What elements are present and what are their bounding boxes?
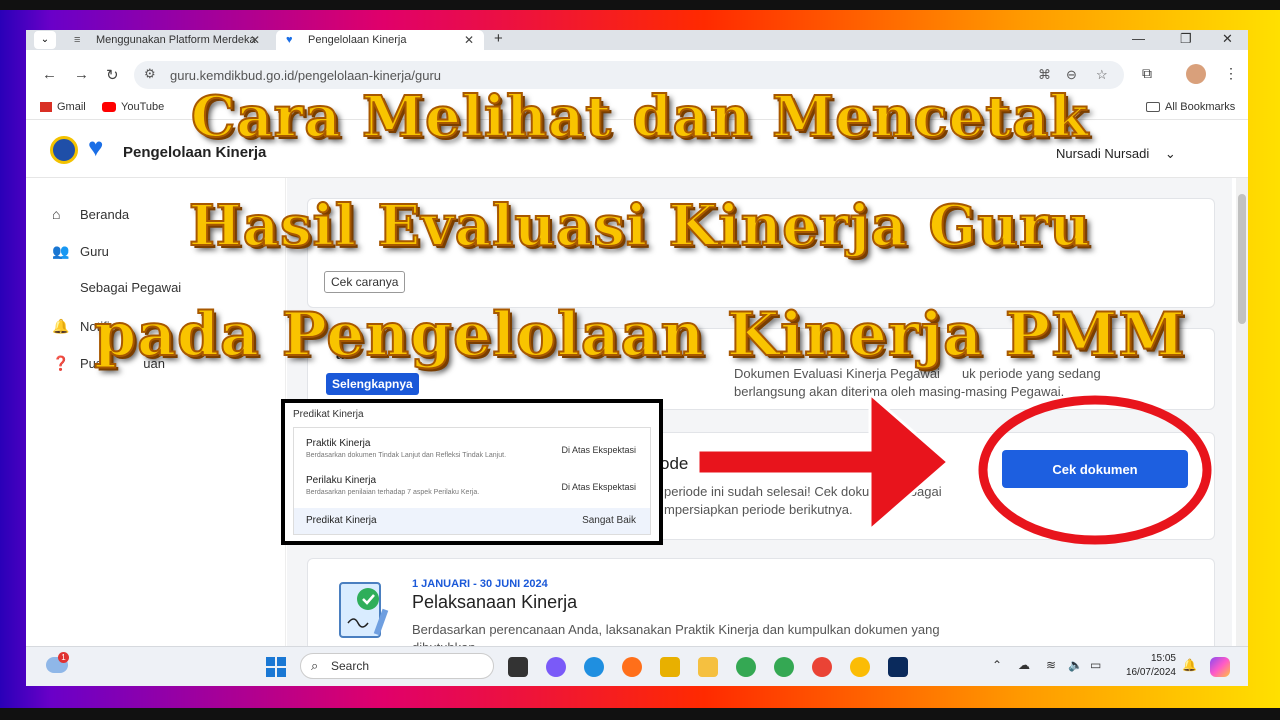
clock-date: 16/07/2024 [1125,667,1176,678]
red-arrow-icon [696,390,951,534]
headline-line-3: pada Pengelolaan Kinerja PMM [93,299,1186,371]
notification-bell-icon[interactable]: 🔔 [1182,658,1197,672]
copilot-icon[interactable] [1210,657,1230,677]
predikat-kinerja-popup: Predikat Kinerja Praktik Kinerja Berdasa… [281,399,663,545]
zoom-icon[interactable]: ⊖ [1066,67,1077,83]
close-window-icon[interactable]: ✕ [1222,31,1233,47]
restore-icon[interactable]: ❐ [1180,31,1192,47]
document-check-icon [339,582,389,638]
footer-value: Sangat Baik [582,515,636,526]
sidebar-item-sebagai-pegawai[interactable]: Sebagai Pegawai [80,280,181,295]
tab-label: Menggunakan Platform Merdeka [96,34,256,46]
top-black-stripe [0,0,1280,10]
file-explorer-icon[interactable] [698,657,718,677]
close-tab-icon[interactable]: ✕ [250,33,260,47]
tab-menggunakan-platform[interactable]: ≡ Menggunakan Platform Merdeka ✕ [64,30,270,50]
photoshop-icon[interactable] [888,657,908,677]
edge-icon[interactable] [584,657,604,677]
tab-favicon-icon: ≡ [74,34,81,46]
back-icon[interactable]: ← [42,66,57,83]
chrome-other-icon[interactable] [850,657,870,677]
windows-taskbar: 1 ⌕ Search ⌃ ☁ ≋ 🔈 ▭ 15:05 16/07/2024 🔔 [26,646,1248,686]
extensions-icon[interactable]: ⧉ [1142,65,1152,82]
headline-line-1: Cara Melihat dan Mencetak [190,83,1090,151]
tab-label: Pengelolaan Kinerja [308,34,407,46]
search-icon: ⌕ [311,658,319,673]
chrome-active-icon[interactable] [812,657,832,677]
highlight-ellipse-icon [978,395,1212,545]
site-info-icon[interactable]: ⚙ [144,66,156,82]
search-label: Search [331,659,370,673]
battery-icon[interactable]: ▭ [1090,658,1101,672]
forward-icon[interactable]: → [74,66,89,83]
notification-badge: 1 [58,652,69,663]
profile-avatar[interactable] [1186,64,1206,84]
bookmark-star-icon[interactable]: ☆ [1096,67,1108,83]
row-desc: Berdasarkan penilaian terhadap 7 aspek P… [306,489,480,496]
tray-sync-icon[interactable]: ☁ [1018,658,1030,672]
row-value: Di Atas Ekspektasi [561,482,636,492]
card-text: Berdasarkan perencanaan Anda, laksanakan… [412,622,940,637]
task-view-icon[interactable] [508,657,528,677]
menu-kebab-icon[interactable]: ⋮ [1224,65,1238,82]
cek-caranya-button[interactable]: Cek caranya [324,271,406,293]
translate-icon[interactable]: ⌘ [1038,67,1051,83]
selengkapnya-button[interactable]: Selengkapnya [326,373,419,395]
chrome-icon[interactable] [736,657,756,677]
taskbar-clock[interactable]: 15:05 16/07/2024 [1116,652,1176,680]
tab-pengelolaan-kinerja[interactable]: ♥ Pengelolaan Kinerja ✕ [276,30,484,50]
taskbar-search[interactable]: ⌕ Search [300,653,494,679]
row-desc: Berdasarkan dokumen Tindak Lanjut dan Re… [306,452,507,459]
bottom-black-stripe [0,708,1280,720]
tab-favicon-icon: ♥ [286,34,293,46]
tray-chevron-icon[interactable]: ⌃ [992,658,1002,672]
card-title-fragment: ode [660,454,689,473]
new-tab-icon[interactable]: + [494,30,503,47]
sidebar-item-label: Sebagai Pegawai [80,280,182,295]
period-date: 1 JANUARI - 30 JUNI 2024 [412,578,548,590]
app-icon[interactable] [660,657,680,677]
clock-time: 15:05 [1150,653,1176,664]
volume-icon[interactable]: 🔈 [1068,658,1083,672]
url-text: guru.kemdikbud.go.id/pengelolaan-kinerja… [170,68,442,83]
chrome-profile-icon[interactable] [774,657,794,677]
firefox-icon[interactable] [622,657,642,677]
reload-icon[interactable]: ↻ [106,66,119,84]
row-name: Perilaku Kinerja [306,475,377,486]
close-tab-icon[interactable]: ✕ [464,33,474,47]
teams-icon[interactable] [546,657,566,677]
footer-name: Predikat Kinerja [306,515,377,526]
card-title: Pelaksanaan Kinerja [412,592,578,612]
headline-line-2: Hasil Evaluasi Kinerja Guru [188,192,1092,260]
popup-title: Predikat Kinerja [293,409,364,420]
row-name: Praktik Kinerja [306,438,371,449]
tab-search-chevron-icon[interactable]: ⌄ [34,31,56,49]
minimize-icon[interactable]: — [1132,31,1145,46]
row-value: Di Atas Ekspektasi [561,445,636,455]
popup-footer-row: Predikat Kinerja Sangat Baik [294,508,650,534]
popup-table: Praktik Kinerja Berdasarkan dokumen Tind… [293,427,651,535]
windows-start-icon[interactable] [266,657,286,677]
wifi-icon[interactable]: ≋ [1046,658,1056,672]
tab-bar: ⌄ ≡ Menggunakan Platform Merdeka ✕ ♥ Pen… [26,30,1248,50]
